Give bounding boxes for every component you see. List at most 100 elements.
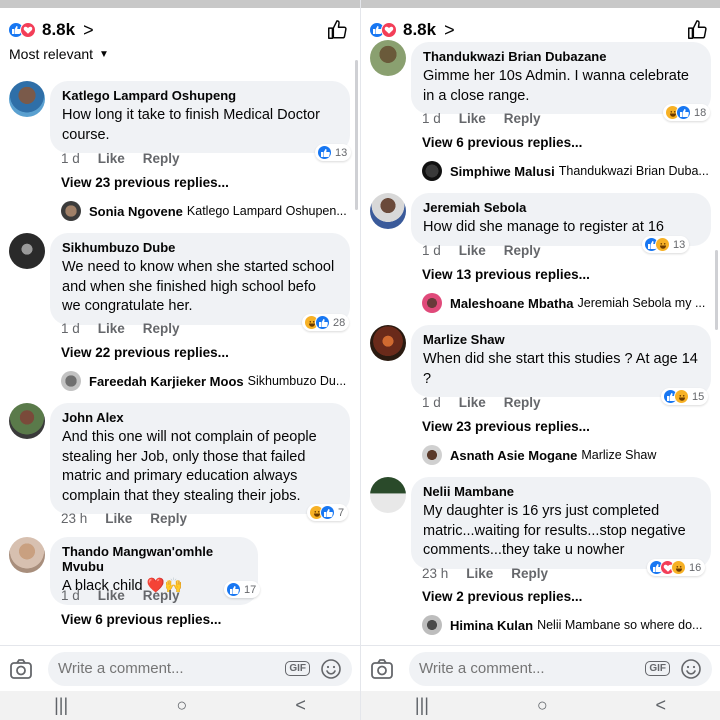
reaction-summary[interactable]: 15 [661,388,709,405]
comment-author[interactable]: Sikhumbuzo Dube [62,240,338,255]
emoji-icon[interactable] [680,658,702,680]
reply-button[interactable]: Reply [143,151,180,166]
like-button[interactable]: Like [98,588,125,603]
comment-bubble: Sikhumbuzo Dube We need to know when she… [50,233,350,325]
avatar[interactable] [370,477,406,513]
comment-author[interactable]: Thando Mangwan'omhle Mvubu [62,544,246,574]
reply-button[interactable]: Reply [143,321,180,336]
reply-preview[interactable]: Asnath Asie Mogane Marlize Shaw [422,445,712,465]
avatar[interactable] [9,233,45,269]
comment-author[interactable]: Jeremiah Sebola [423,200,699,215]
avatar [422,615,442,635]
gif-button[interactable]: GIF [645,661,670,676]
avatar[interactable] [370,325,406,361]
back-button[interactable]: < [295,695,306,716]
comment-author[interactable]: Thandukwazi Brian Dubazane [423,49,699,64]
avatar[interactable] [9,403,45,439]
reply-button[interactable]: Reply [504,111,541,126]
comment-actions: 1 d Like Reply [422,111,541,126]
reply-button[interactable]: Reply [511,566,548,581]
reaction-summary[interactable]: 18 [663,104,711,121]
total-reaction-count[interactable]: 8.8k [403,20,436,40]
view-previous-replies-link[interactable]: View 23 previous replies... [61,175,229,190]
reply-preview[interactable]: Simphiwe Malusi Thandukwazi Brian Duba..… [422,161,712,181]
comment-text: How long it take to finish Medical Docto… [62,107,320,143]
thumbs-up-icon[interactable] [686,19,708,41]
home-button[interactable]: ○ [537,695,548,716]
chevron-right-icon[interactable]: > [83,20,94,41]
sort-dropdown[interactable]: Most relevant ▼ [9,46,109,62]
comment-author[interactable]: Katlego Lampard Oshupeng [62,88,338,103]
reply-preview[interactable]: Maleshoane Mbatha Jeremiah Sebola my ... [422,293,712,313]
like-button[interactable]: Like [459,395,486,410]
view-previous-replies-link[interactable]: View 2 previous replies... [422,589,582,604]
like-button[interactable]: Like [459,243,486,258]
avatar[interactable] [9,81,45,117]
view-previous-replies-link[interactable]: View 6 previous replies... [61,612,221,627]
reply-button[interactable]: Reply [143,588,180,603]
avatar [61,201,81,221]
reaction-count: 13 [673,238,686,251]
view-previous-replies-link[interactable]: View 6 previous replies... [422,135,582,150]
reply-button[interactable]: Reply [150,511,187,526]
haha-reaction-icon [655,237,670,252]
view-previous-replies-link[interactable]: View 13 previous replies... [422,267,590,282]
reply-button[interactable]: Reply [504,243,541,258]
comment-actions: 23 h Like Reply [422,566,548,581]
camera-icon[interactable] [8,656,34,682]
back-button[interactable]: < [656,695,667,716]
comment-input-box[interactable]: GIF [409,651,712,686]
like-button[interactable]: Like [459,111,486,126]
reaction-count: 15 [692,390,705,403]
reaction-summary[interactable]: 17 [224,581,261,598]
comment-time: 1 d [422,243,441,258]
scrollbar[interactable] [355,60,358,210]
avatar[interactable] [9,537,45,573]
reply-author: Maleshoane Mbatha [450,295,574,311]
avatar[interactable] [370,40,406,76]
total-reaction-count[interactable]: 8.8k [42,20,75,40]
reply-preview[interactable]: Himina Kulan Nelii Mambane so where do..… [422,615,712,635]
reaction-summary[interactable]: 16 [647,559,706,576]
home-button[interactable]: ○ [176,695,187,716]
like-button[interactable]: Like [466,566,493,581]
like-button[interactable]: Like [105,511,132,526]
comment-text: How did she manage to register at 16 [423,219,664,235]
comment-input-box[interactable]: GIF [48,651,352,686]
chevron-right-icon[interactable]: > [444,20,455,41]
recents-button[interactable]: ||| [54,695,68,716]
camera-icon[interactable] [369,656,395,682]
view-previous-replies-link[interactable]: View 22 previous replies... [61,345,229,360]
comment-input[interactable] [419,660,646,677]
reaction-summary[interactable]: 13 [315,144,352,161]
comment-actions: 23 h Like Reply [61,511,187,526]
reply-preview[interactable]: Fareedah Karjieker Moos Sikhumbuzo Du... [61,371,351,391]
avatar [422,293,442,313]
reply-text: Sikhumbuzo Du... [247,374,347,388]
reaction-summary[interactable]: 28 [302,314,350,331]
scrollbar[interactable] [715,250,718,330]
comment-author[interactable]: John Alex [62,410,338,425]
comment-author[interactable]: Nelii Mambane [423,484,699,499]
comment-bubble: Thandukwazi Brian Dubazane Gimme her 10s… [411,42,711,114]
comment-time: 23 h [422,566,449,581]
view-previous-replies-link[interactable]: View 23 previous replies... [422,419,590,434]
comment-input[interactable] [58,660,286,677]
reply-button[interactable]: Reply [504,395,541,410]
reaction-summary[interactable]: 13 [642,236,690,253]
reply-preview[interactable]: Sonia Ngovene Katlego Lampard Oshupen... [61,201,351,221]
avatar[interactable] [370,193,406,229]
recents-button[interactable]: ||| [415,695,429,716]
like-button[interactable]: Like [98,321,125,336]
like-button[interactable]: Like [98,151,125,166]
gif-button[interactable]: GIF [285,661,310,676]
comment-text: My daughter is 16 yrs just completed mat… [423,503,686,558]
emoji-icon[interactable] [320,658,342,680]
comment-time: 1 d [422,395,441,410]
chevron-down-icon: ▼ [99,48,109,60]
comment-author[interactable]: Marlize Shaw [423,332,699,347]
comment-composer: GIF [361,645,720,691]
thumbs-up-icon[interactable] [326,19,348,41]
reaction-summary[interactable]: 7 [307,504,349,521]
comment-actions: 1 d Like Reply [422,395,541,410]
